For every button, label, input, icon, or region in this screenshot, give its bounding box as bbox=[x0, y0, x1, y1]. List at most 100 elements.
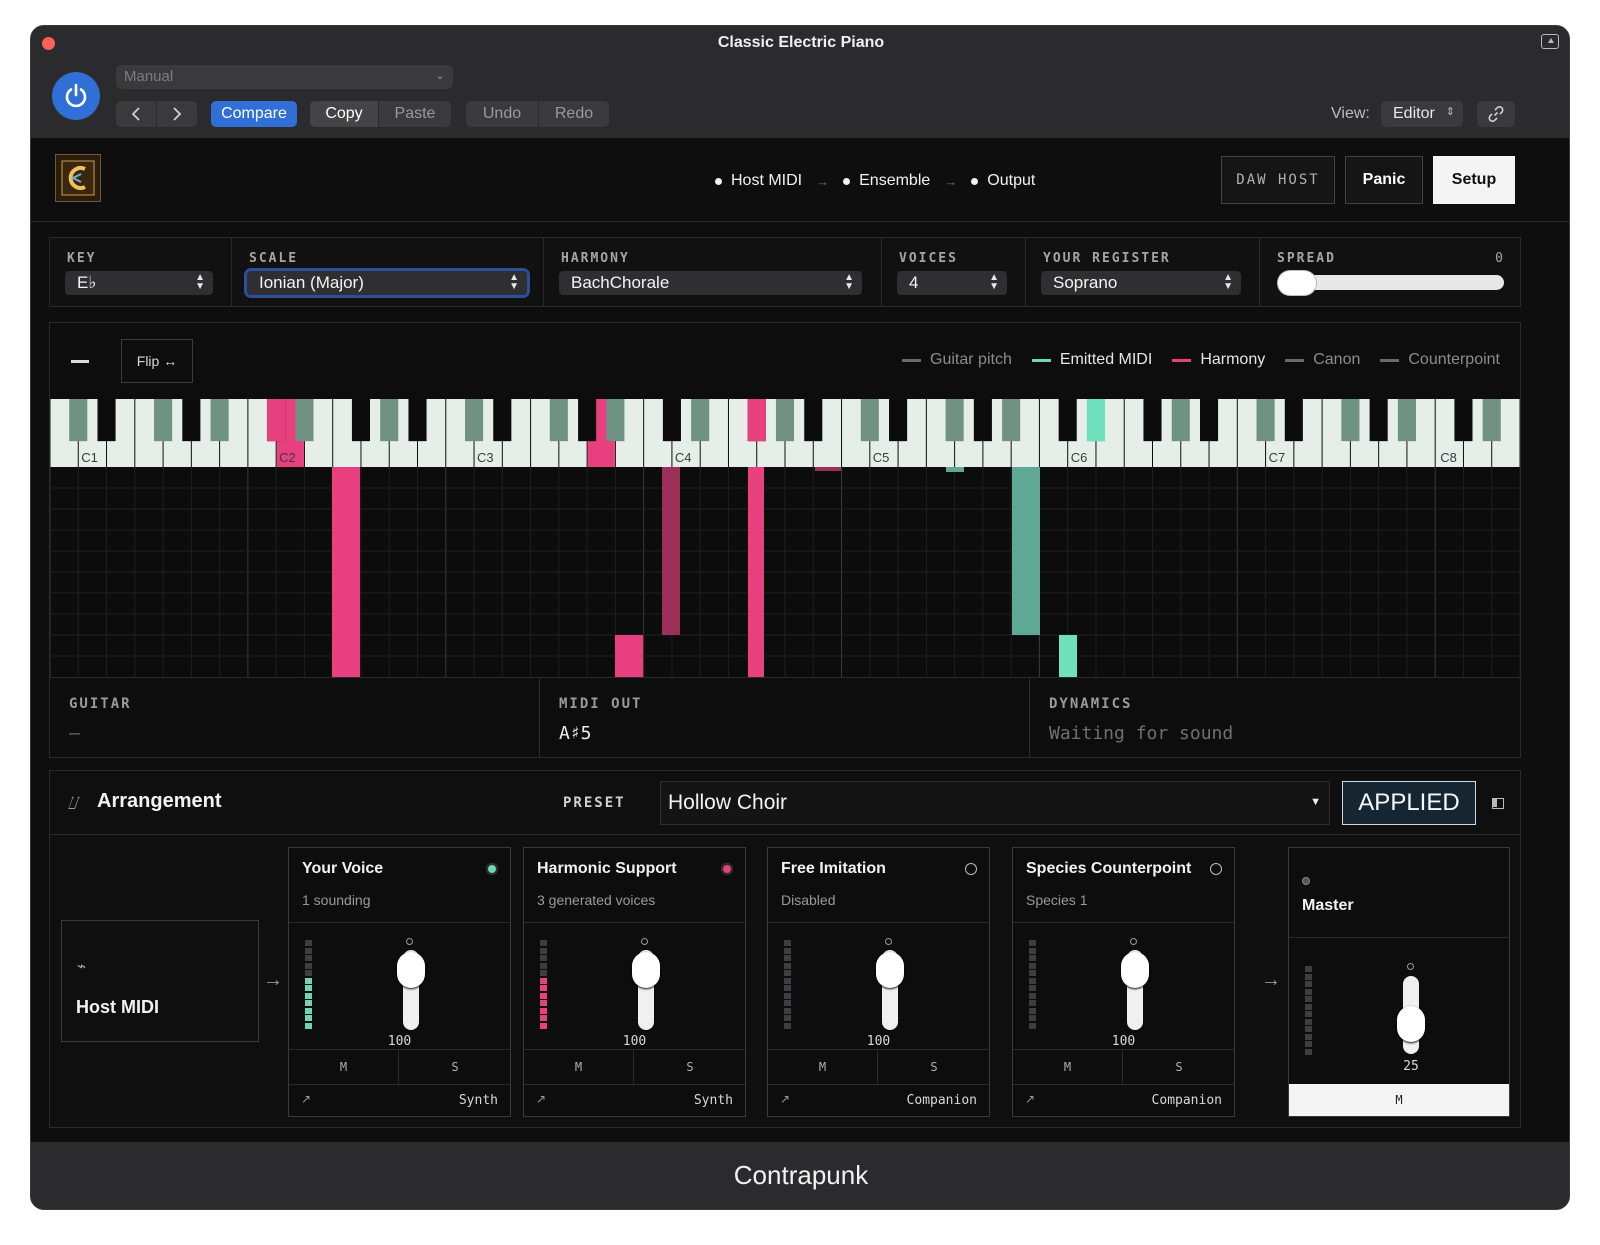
dynamics-readout: DYNAMICS Waiting for sound bbox=[1030, 678, 1520, 758]
panic-button[interactable]: Panic bbox=[1345, 156, 1423, 204]
legend-label: Emitted MIDI bbox=[1059, 351, 1153, 368]
black-key bbox=[408, 399, 427, 442]
meter-segment bbox=[540, 1007, 547, 1014]
external-link-icon[interactable]: ↗ bbox=[1025, 1092, 1035, 1106]
compare-button[interactable]: Compare bbox=[211, 101, 297, 127]
solo-button[interactable]: S bbox=[1124, 1050, 1234, 1084]
master-mute-button[interactable]: M bbox=[1289, 1084, 1509, 1116]
channel-status-indicator[interactable] bbox=[965, 863, 977, 875]
meter-segment bbox=[1305, 988, 1312, 995]
solo-button[interactable]: S bbox=[635, 1050, 745, 1084]
redo-button[interactable]: Redo bbox=[539, 101, 609, 127]
black-key bbox=[1341, 399, 1360, 442]
link-button[interactable] bbox=[1477, 101, 1515, 127]
mute-solo-row: MS bbox=[768, 1049, 989, 1085]
copy-button[interactable]: Copy bbox=[310, 101, 378, 127]
meter-segment bbox=[1029, 1022, 1036, 1029]
meter-segment bbox=[1029, 947, 1036, 954]
legend-label: Canon bbox=[1313, 351, 1361, 368]
meter-segment bbox=[1029, 1015, 1036, 1021]
channel-status-indicator[interactable] bbox=[1210, 863, 1222, 875]
external-link-icon[interactable]: ↗ bbox=[536, 1092, 546, 1106]
previous-preset-button[interactable] bbox=[116, 101, 156, 127]
meter-segment bbox=[305, 985, 312, 991]
mute-solo-row: MS bbox=[289, 1049, 510, 1085]
undo-button[interactable]: Undo bbox=[466, 101, 538, 127]
arrangement-preset-select[interactable]: Hollow Choir ▼ bbox=[660, 781, 1330, 825]
channel-status-indicator[interactable] bbox=[721, 863, 733, 875]
voices-select[interactable]: 4 ▲ ▼ bbox=[897, 271, 1007, 295]
applied-button[interactable]: APPLIED bbox=[1342, 781, 1476, 825]
divider bbox=[768, 922, 989, 923]
solo-button[interactable]: S bbox=[879, 1050, 989, 1084]
meter-segment bbox=[1029, 1007, 1036, 1014]
volume-fader-knob[interactable] bbox=[1121, 952, 1149, 988]
plugin-body: Host MIDI → Ensemble → Output DAW HOST P… bbox=[31, 138, 1569, 1142]
fader-value: 100 bbox=[1111, 1034, 1136, 1049]
volume-fader-knob[interactable] bbox=[876, 952, 904, 988]
channel-status-indicator[interactable] bbox=[486, 863, 498, 875]
harmony-select[interactable]: BachChorale ▲ ▼ bbox=[559, 271, 862, 295]
footer: Contrapunk bbox=[31, 1142, 1569, 1209]
plugin-window: Classic Electric Piano Manual ⌄ Compare … bbox=[30, 25, 1570, 1210]
legend-label: Guitar pitch bbox=[930, 351, 1012, 368]
fader-value: 100 bbox=[387, 1034, 412, 1049]
sidebar-toggle-icon[interactable] bbox=[1492, 798, 1504, 809]
master-title: Master bbox=[1302, 897, 1354, 914]
controls-row: KEY E♭ ▲ ▼ SCALE Ionian (Major) ▲ ▼ HARMON… bbox=[49, 237, 1521, 307]
plugin-logo bbox=[55, 154, 101, 202]
channel-subtitle: Disabled bbox=[781, 892, 836, 908]
spread-slider-thumb[interactable] bbox=[1278, 271, 1316, 295]
external-link-icon[interactable]: ↗ bbox=[301, 1092, 311, 1106]
key-select[interactable]: E♭ ▲ ▼ bbox=[65, 271, 213, 295]
level-meter bbox=[1029, 940, 1036, 1030]
meter-segment bbox=[305, 977, 312, 984]
meter-segment bbox=[305, 1015, 312, 1021]
share-window-icon[interactable] bbox=[1541, 34, 1559, 49]
plugin-header: Host MIDI → Ensemble → Output DAW HOST P… bbox=[31, 138, 1569, 222]
view-select[interactable]: Editor ⇕ bbox=[1381, 101, 1463, 127]
meter-segment bbox=[1029, 962, 1036, 969]
mute-button[interactable]: M bbox=[524, 1050, 634, 1084]
host-preset-value: Manual bbox=[124, 68, 174, 85]
meter-segment bbox=[1305, 1026, 1312, 1032]
collapse-button[interactable] bbox=[71, 360, 89, 363]
guitar-label: GUITAR bbox=[69, 696, 132, 712]
octave-label: C5 bbox=[873, 450, 890, 465]
highlighted-black-key bbox=[1086, 399, 1106, 442]
key-control: KEY E♭ ▲ ▼ bbox=[50, 238, 232, 306]
solo-button[interactable]: S bbox=[400, 1050, 510, 1084]
mute-button[interactable]: M bbox=[1013, 1050, 1123, 1084]
flip-button[interactable]: Flip ↔ bbox=[121, 339, 193, 383]
power-button[interactable] bbox=[52, 72, 100, 120]
key-label: KEY bbox=[67, 251, 97, 266]
mute-button[interactable]: M bbox=[768, 1050, 878, 1084]
setup-button[interactable]: Setup bbox=[1433, 156, 1515, 204]
black-key bbox=[860, 399, 879, 442]
external-link-icon[interactable]: ↗ bbox=[780, 1092, 790, 1106]
highlighted-black-key bbox=[747, 399, 766, 442]
black-key bbox=[69, 399, 88, 442]
next-preset-button[interactable] bbox=[157, 101, 197, 127]
meter-segment bbox=[540, 1015, 547, 1021]
scale-select[interactable]: Ionian (Major) ▲ ▼ bbox=[244, 268, 530, 298]
fader-cap-icon bbox=[1130, 938, 1137, 945]
black-key bbox=[662, 399, 681, 442]
volume-fader-knob[interactable] bbox=[632, 952, 660, 988]
black-key bbox=[1397, 399, 1416, 442]
daw-host-button[interactable]: DAW HOST bbox=[1221, 156, 1335, 204]
power-icon bbox=[65, 83, 87, 108]
meter-segment bbox=[784, 977, 791, 984]
host-preset-select[interactable]: Manual ⌄ bbox=[116, 65, 453, 89]
paste-button[interactable]: Paste bbox=[379, 101, 451, 127]
spread-value: 0 bbox=[1495, 251, 1503, 266]
meter-segment bbox=[1029, 955, 1036, 961]
spread-label: SPREAD bbox=[1277, 251, 1336, 266]
black-key bbox=[1369, 399, 1388, 442]
black-key bbox=[1256, 399, 1275, 442]
mute-button[interactable]: M bbox=[289, 1050, 399, 1084]
master-fader-knob[interactable] bbox=[1397, 1006, 1425, 1042]
volume-fader-knob[interactable] bbox=[397, 952, 425, 988]
voices-label: VOICES bbox=[899, 251, 958, 266]
register-select[interactable]: Soprano ▲ ▼ bbox=[1041, 271, 1241, 295]
